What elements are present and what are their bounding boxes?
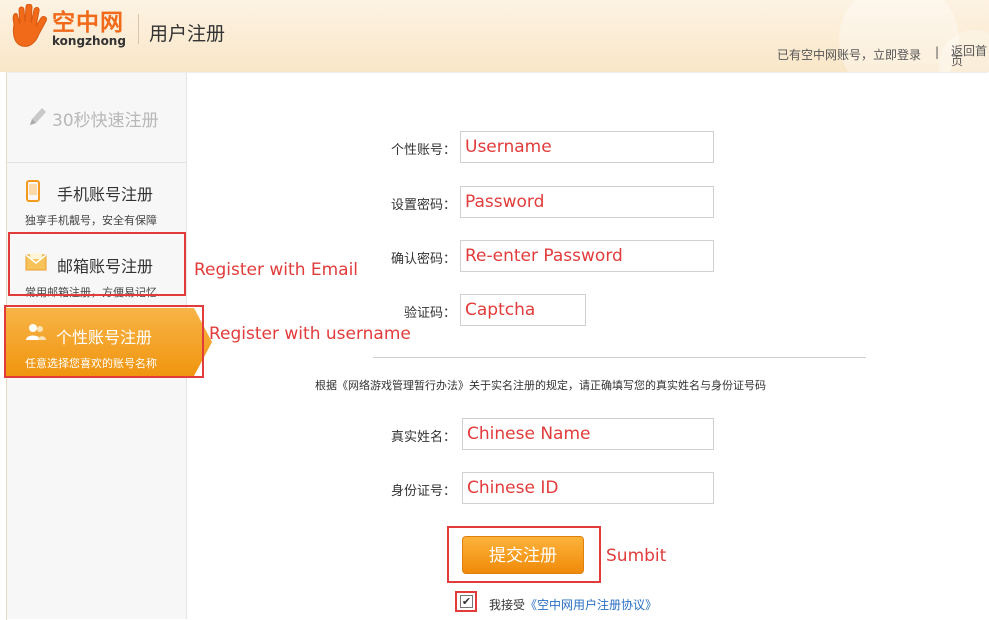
real-name-notice: 根据《网络游戏管理暂行办法》关于实名注册的规定，请正确填写您的真实姓名与身份证号…: [315, 379, 766, 392]
agree-prefix: 我接受: [489, 598, 526, 612]
real-name-field[interactable]: Chinese Name: [462, 418, 714, 450]
id-number-field[interactable]: Chinese ID: [462, 472, 714, 504]
phone-icon: [26, 180, 40, 202]
confirm-password-label: 确认密码：: [390, 252, 456, 267]
logo-text[interactable]: 空中网: [52, 3, 124, 37]
username-annotation: Register with username: [209, 324, 411, 344]
pencil-icon: [30, 108, 46, 125]
submit-annotation: Sumbit: [606, 546, 667, 566]
hand-logo-icon[interactable]: [6, 4, 50, 50]
header-separator: |: [935, 45, 940, 59]
confirm-password-field[interactable]: Re-enter Password: [460, 240, 714, 272]
form-divider: [373, 357, 866, 358]
submit-annotation-box: [447, 526, 601, 583]
email-annotation: Register with Email: [194, 260, 359, 280]
sidebar-item-phone-desc: 独享手机靓号，安全有保障: [25, 214, 157, 227]
email-annotation-box: [8, 232, 186, 296]
username-label: 个性账号：: [390, 143, 456, 158]
agree-text: 我接受《空中网用户注册协议》: [489, 596, 657, 613]
checkbox-annotation-box: [455, 591, 477, 612]
username-field[interactable]: Username: [460, 131, 714, 163]
home-link[interactable]: 返回首页: [951, 45, 987, 67]
agreement-link[interactable]: 《空中网用户注册协议》: [525, 598, 657, 612]
captcha-field[interactable]: Captcha: [460, 294, 586, 326]
sidebar-item-phone[interactable]: 手机账号注册: [57, 181, 153, 205]
id-number-label: 身份证号：: [390, 484, 456, 499]
password-label: 设置密码：: [390, 198, 456, 213]
password-field[interactable]: Password: [460, 186, 714, 218]
captcha-label: 验证码：: [403, 306, 456, 321]
header-divider: [138, 14, 139, 44]
sidebar-divider: [7, 162, 186, 163]
logo-subtext[interactable]: kongzhong: [52, 34, 126, 48]
quick-register-tab[interactable]: 30秒快速注册: [52, 106, 159, 131]
page-title: 用户注册: [149, 23, 226, 45]
username-annotation-box: [4, 305, 204, 378]
real-name-label: 真实姓名：: [390, 430, 456, 445]
login-link[interactable]: 已有空中网账号，立即登录: [777, 46, 921, 63]
